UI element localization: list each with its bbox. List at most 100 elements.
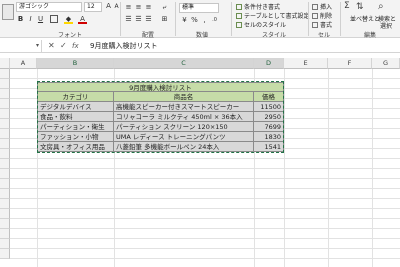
- align-top-icon[interactable]: ≡: [124, 3, 133, 12]
- font-color-icon[interactable]: A: [78, 15, 87, 24]
- table-cell-product[interactable]: 八菱鉛筆 多機能ボールペン 24本入: [114, 142, 254, 152]
- table-cell-product[interactable]: 高機能スピーカー付きスマートスピーカー: [114, 102, 254, 112]
- paste-icon[interactable]: [2, 4, 14, 20]
- gridline: [10, 168, 400, 169]
- group-separator: [308, 2, 309, 36]
- format-as-table-button[interactable]: テーブルとして書式設定: [236, 11, 309, 20]
- cell-styles-button[interactable]: セルのスタイル: [236, 20, 286, 29]
- gridline: [10, 228, 400, 229]
- font-size-box[interactable]: 12: [84, 2, 102, 12]
- row-header[interactable]: [0, 79, 10, 89]
- format-cells-button[interactable]: 書式: [312, 20, 332, 29]
- sum-icon[interactable]: Σ: [344, 1, 350, 11]
- cell-styles-icon: [236, 22, 242, 28]
- wrap-text-icon[interactable]: ⤶: [160, 3, 169, 12]
- row-header[interactable]: [0, 139, 10, 149]
- row-header[interactable]: [0, 109, 10, 119]
- row-header[interactable]: [0, 249, 10, 259]
- header-category[interactable]: カテゴリ: [37, 92, 114, 102]
- row-header[interactable]: [0, 209, 10, 219]
- header-price[interactable]: 価格: [254, 92, 284, 102]
- table-title[interactable]: 9月度購入検討リスト: [37, 82, 284, 92]
- row-header[interactable]: [0, 99, 10, 109]
- row-header[interactable]: [0, 239, 10, 249]
- insert-cells-button[interactable]: 挿入: [312, 2, 332, 11]
- gridline: [10, 208, 400, 209]
- header-product-name[interactable]: 商品名: [114, 92, 254, 102]
- row-header[interactable]: [0, 119, 10, 129]
- row-header[interactable]: [0, 69, 10, 79]
- column-header-a[interactable]: A: [10, 58, 37, 69]
- row-header[interactable]: [0, 129, 10, 139]
- align-middle-icon[interactable]: ≡: [134, 3, 143, 12]
- column-header-f[interactable]: F: [328, 58, 372, 69]
- percent-icon[interactable]: %: [190, 16, 199, 25]
- alignment-group-label: 配置: [142, 32, 155, 39]
- group-separator: [231, 2, 232, 36]
- format-label: 書式: [320, 22, 333, 29]
- table-cell-category[interactable]: ファッション・小物: [37, 132, 114, 142]
- formula-bar: ▾ ✕ ✓ fx 9月度購入検討リスト: [0, 39, 400, 53]
- font-name-box[interactable]: 游ゴシック: [16, 2, 82, 12]
- table-cell-price[interactable]: 1541: [254, 142, 284, 152]
- enter-icon[interactable]: ✓: [60, 40, 67, 52]
- align-center-icon[interactable]: ☰: [134, 15, 143, 24]
- table-cell-price[interactable]: 1830: [254, 132, 284, 142]
- insert-icon: [312, 4, 318, 10]
- gridline: [328, 69, 329, 267]
- merge-center-icon[interactable]: ⊞: [160, 15, 169, 24]
- currency-icon[interactable]: ¥: [180, 16, 189, 25]
- fill-color-icon[interactable]: ◆: [64, 15, 73, 24]
- table-cell-price[interactable]: 7699: [254, 122, 284, 132]
- increase-decimal-icon[interactable]: .0: [210, 16, 219, 25]
- column-header-d[interactable]: D: [254, 58, 284, 69]
- table-cell-price[interactable]: 11500: [254, 102, 284, 112]
- table-cell-category[interactable]: デジタルデバイス: [37, 102, 114, 112]
- gridline: [10, 178, 400, 179]
- row-header[interactable]: [0, 149, 10, 159]
- table-cell-product[interactable]: パーティション スクリーン 120×150: [114, 122, 254, 132]
- italic-icon[interactable]: I: [26, 15, 35, 24]
- borders-icon[interactable]: [50, 15, 58, 23]
- cells-group-label: セル: [318, 32, 331, 39]
- row-header[interactable]: [0, 199, 10, 209]
- table-cell-category[interactable]: 文房具・オフィス用品: [37, 142, 114, 152]
- formula-input[interactable]: 9月度購入検討リスト: [90, 40, 157, 52]
- number-format-box[interactable]: 標準: [179, 3, 219, 13]
- select-all-corner[interactable]: [0, 58, 10, 69]
- name-box-dropdown-icon[interactable]: ▾: [36, 40, 39, 52]
- table-cell-category[interactable]: 食品・飲料: [37, 112, 114, 122]
- delete-label: 削除: [320, 13, 333, 20]
- table-cell-category[interactable]: パーティション・衛生: [37, 122, 114, 132]
- row-header[interactable]: [0, 179, 10, 189]
- comma-style-icon[interactable]: ,: [200, 16, 209, 25]
- column-header-b[interactable]: B: [37, 58, 114, 69]
- align-left-icon[interactable]: ☰: [124, 15, 133, 24]
- cancel-icon[interactable]: ✕: [48, 40, 55, 52]
- gridline: [372, 69, 373, 267]
- column-header-e[interactable]: E: [284, 58, 328, 69]
- row-header[interactable]: [0, 89, 10, 99]
- table-cell-price[interactable]: 2950: [254, 112, 284, 122]
- table-cell-product[interactable]: コリャコーラ ミルクティ 450ml × 36本入: [114, 112, 254, 122]
- insert-function-icon[interactable]: fx: [72, 40, 79, 52]
- sort-filter-icon[interactable]: ⇅: [356, 2, 364, 12]
- column-header-c[interactable]: C: [114, 58, 254, 69]
- find-select-icon[interactable]: ⌕: [378, 1, 384, 12]
- cell-styles-label: セルのスタイル: [244, 22, 287, 29]
- number-group-label: 数値: [196, 32, 209, 39]
- gridline: [10, 198, 400, 199]
- row-header[interactable]: [0, 159, 10, 169]
- underline-icon[interactable]: U: [36, 15, 45, 24]
- align-bottom-icon[interactable]: ≡: [144, 3, 153, 12]
- bold-icon[interactable]: B: [16, 15, 25, 24]
- column-header-g[interactable]: G: [372, 58, 400, 69]
- conditional-formatting-button[interactable]: 条件付き書式: [236, 2, 280, 11]
- row-header[interactable]: [0, 169, 10, 179]
- row-header[interactable]: [0, 219, 10, 229]
- delete-cells-button[interactable]: 削除: [312, 11, 332, 20]
- table-cell-product[interactable]: UMA レディース トレーニングパンツ: [114, 132, 254, 142]
- row-header[interactable]: [0, 229, 10, 239]
- align-right-icon[interactable]: ☰: [144, 15, 153, 24]
- row-header[interactable]: [0, 189, 10, 199]
